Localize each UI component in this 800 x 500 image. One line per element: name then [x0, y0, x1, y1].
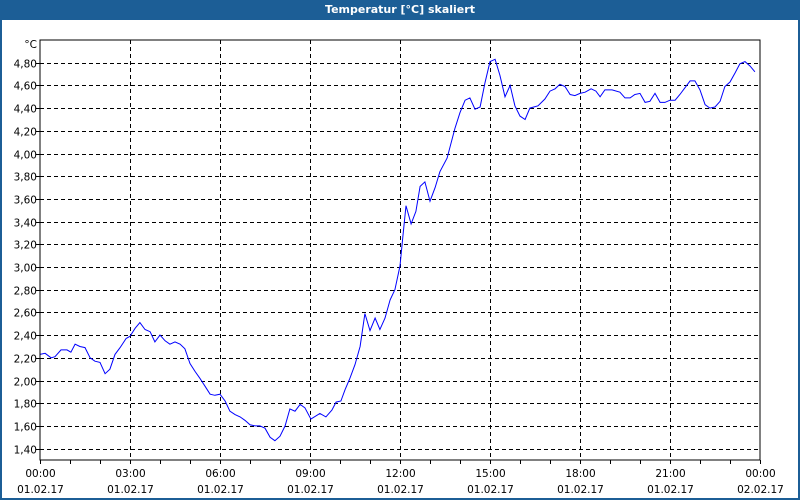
tick-labels: 1,40 1,60 1,80 2,00 2,20 2,40 2,60 2,80 3,00 3,20…	[14, 59, 784, 497]
y-tick-label: 1,80	[14, 399, 37, 411]
x-tick-date-label: 01.02.17	[377, 484, 424, 496]
temperature-chart: 1,40 1,60 1,80 2,00 2,20 2,40 2,60 2,80 3,00 3,20…	[14, 39, 784, 497]
temperature-series-line	[39, 58, 756, 442]
x-tick-time-label: 00:00	[745, 468, 775, 480]
y-tick-label: 4,40	[14, 104, 37, 116]
x-tick-date-label: 01.02.17	[197, 484, 244, 496]
y-tick-label: 2,40	[14, 331, 37, 343]
y-tick-label: 2,00	[14, 377, 37, 389]
y-tick-label: 1,60	[14, 422, 37, 434]
x-tick-date-label: 01.02.17	[287, 484, 334, 496]
x-tick-time-label: 03:00	[115, 468, 145, 480]
y-tick-label: 1,40	[14, 445, 37, 457]
x-tick-time-label: 09:00	[295, 468, 325, 480]
y-tick-label: 4,20	[14, 127, 37, 139]
x-tick-time-label: 06:00	[205, 468, 235, 480]
grid-lines	[40, 40, 760, 460]
x-tick-date-label: 01.02.17	[647, 484, 694, 496]
x-tick-date-label: 01.02.17	[467, 484, 514, 496]
x-tick-time-label: 12:00	[385, 468, 415, 480]
x-tick-time-label: 00:00	[25, 468, 55, 480]
x-tick-date-label: 01.02.17	[107, 484, 154, 496]
x-tick-date-label: 02.02.17	[737, 484, 784, 496]
y-tick-label: 4,00	[14, 150, 37, 162]
x-tick-date-label: 01.02.17	[17, 484, 64, 496]
y-tick-label: 3,00	[14, 263, 37, 275]
y-tick-label: 2,20	[14, 354, 37, 366]
y-axis-unit-label: °C	[24, 39, 37, 51]
y-tick-label: 2,80	[14, 286, 37, 298]
y-tick-label: 3,20	[14, 240, 37, 252]
y-tick-label: 4,60	[14, 81, 37, 93]
y-tick-label: 2,60	[14, 308, 37, 320]
x-tick-time-label: 21:00	[655, 468, 685, 480]
x-tick-date-label: 01.02.17	[557, 484, 604, 496]
y-tick-label: 4,80	[14, 59, 37, 71]
y-tick-label: 3,80	[14, 172, 37, 184]
x-tick-time-label: 18:00	[565, 468, 595, 480]
y-tick-label: 3,40	[14, 218, 37, 230]
y-tick-label: 3,60	[14, 195, 37, 207]
x-tick-time-label: 15:00	[475, 468, 505, 480]
